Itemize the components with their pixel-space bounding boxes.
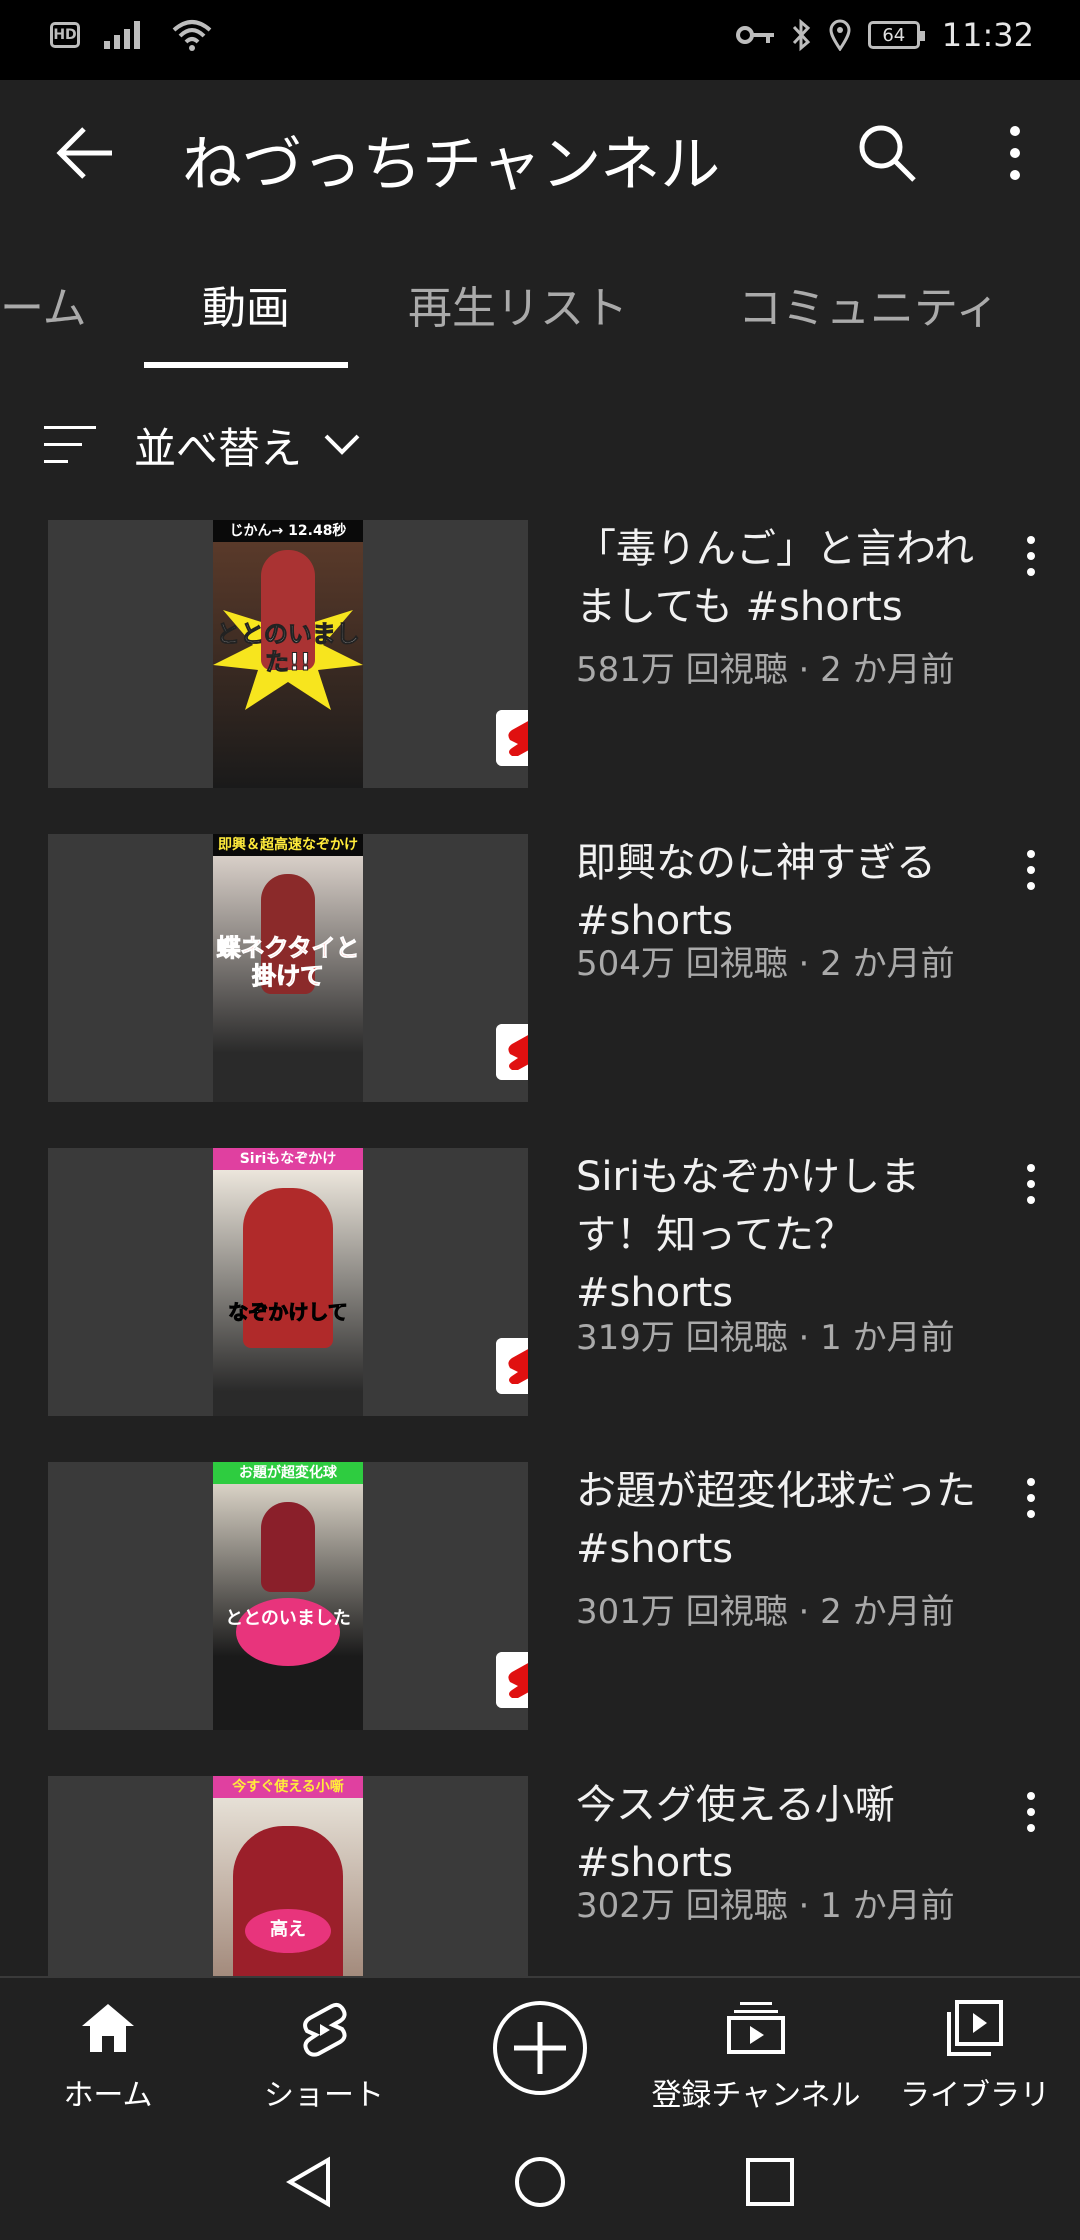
thumbnail-frame: Siriもなぞかけ なぞかけして <box>213 1148 363 1416</box>
video-item[interactable]: 即興＆超高速なぞかけ 蝶ネクタイと掛けて 即興なのに神すぎる #shorts 5… <box>0 834 1080 1104</box>
video-title[interactable]: 今スグ使える小噺 #shorts <box>576 1776 996 1892</box>
video-meta: 301万 回視聴 · 2 か月前 <box>576 1592 955 1632</box>
shorts-badge-icon <box>496 710 528 766</box>
thumbnail-header: じかん→ 12.48秒 <box>213 520 363 542</box>
tab-community[interactable]: コミュニティ <box>738 272 999 336</box>
recents-square-icon[interactable] <box>742 2154 798 2210</box>
sort-button[interactable]: 並べ替え <box>40 410 362 480</box>
video-meta: 302万 回視聴 · 1 か月前 <box>576 1886 955 1926</box>
tab-home[interactable]: ーム <box>0 272 87 336</box>
thumbnail-header: 即興＆超高速なぞかけ <box>213 834 363 856</box>
signal-icon <box>104 21 140 49</box>
status-left: HD <box>50 18 212 52</box>
back-triangle-icon[interactable] <box>282 2154 338 2210</box>
thumbnail-overlay-text: 高え <box>270 1919 306 1940</box>
thumbnail-overlay-text: ととのいました!! <box>216 620 361 677</box>
clock: 11:32 <box>941 16 1034 54</box>
video-thumbnail[interactable]: 即興＆超高速なぞかけ 蝶ネクタイと掛けて <box>48 834 528 1102</box>
key-icon <box>735 26 774 44</box>
thumbnail-frame: じかん→ 12.48秒 ととのいました!! <box>213 520 363 788</box>
tab-videos[interactable]: 動画 <box>202 272 290 336</box>
thumbnail-header: お題が超変化球 <box>213 1462 363 1484</box>
battery-icon: 64 <box>867 21 925 49</box>
thumbnail-frame: 今すぐ使える小噺 高え <box>213 1776 363 1976</box>
nav-label: ショート <box>264 2078 384 2113</box>
video-thumbnail[interactable]: 今すぐ使える小噺 高え <box>48 1776 528 1976</box>
home-icon <box>82 2004 134 2052</box>
shorts-badge-icon <box>496 1652 528 1708</box>
thumbnail-overlay-text: ととのいました <box>225 1608 351 1629</box>
nav-subscriptions[interactable]: 登録チャンネル <box>640 1978 872 2126</box>
nav-create[interactable] <box>460 1978 620 2126</box>
nav-label: 登録チャンネル <box>651 2078 861 2113</box>
wifi-icon <box>172 20 212 51</box>
video-meta: 319万 回視聴 · 1 か月前 <box>576 1318 955 1358</box>
status-bar: HD 64 11:32 <box>0 0 1080 80</box>
video-thumbnail[interactable]: じかん→ 12.48秒 ととのいました!! <box>48 520 528 788</box>
thumbnail-header: 今すぐ使える小噺 <box>213 1776 363 1798</box>
sort-icon <box>44 426 96 463</box>
system-navigation-bar <box>0 2124 1080 2240</box>
chevron-down-icon <box>324 434 360 455</box>
channel-tabs: ーム 動画 再生リスト コミュニティ <box>0 240 1080 370</box>
video-item[interactable]: じかん→ 12.48秒 ととのいました!! 「毒りんご」と言われましても #sh… <box>0 520 1080 790</box>
shorts-badge-icon <box>496 1338 528 1394</box>
search-icon[interactable] <box>852 118 922 188</box>
more-vert-icon[interactable] <box>1016 532 1046 582</box>
back-arrow-icon[interactable] <box>50 118 120 188</box>
app-bar: ねづっちチャンネル <box>0 80 1080 230</box>
nav-library[interactable]: ライブラリ <box>890 1978 1060 2126</box>
tab-playlists[interactable]: 再生リスト <box>408 272 628 336</box>
home-circle-icon[interactable] <box>512 2154 568 2210</box>
video-item[interactable]: お題が超変化球 ととのいました お題が超変化球だった #shorts 301万 … <box>0 1462 1080 1732</box>
nav-home[interactable]: ホーム <box>20 1978 196 2126</box>
status-right: 64 11:32 <box>735 16 1034 54</box>
more-vert-icon[interactable] <box>1016 1788 1046 1838</box>
shorts-icon <box>303 2002 347 2057</box>
create-plus-icon <box>493 2001 587 2095</box>
video-thumbnail[interactable]: Siriもなぞかけ なぞかけして <box>48 1148 528 1416</box>
nav-shorts[interactable]: ショート <box>236 1978 412 2126</box>
thumbnail-person <box>261 1502 315 1592</box>
more-vert-icon[interactable] <box>1016 1474 1046 1524</box>
video-title[interactable]: お題が超変化球だった #shorts <box>576 1462 996 1578</box>
active-tab-indicator <box>144 362 348 368</box>
thumbnail-frame: お題が超変化球 ととのいました <box>213 1462 363 1730</box>
nav-label: ホーム <box>63 2078 153 2113</box>
video-title[interactable]: 「毒りんご」と言われましても #shorts <box>576 520 996 636</box>
more-vert-icon[interactable] <box>1016 1160 1046 1210</box>
shorts-badge-icon <box>496 1024 528 1080</box>
video-meta: 504万 回視聴 · 2 か月前 <box>576 944 955 984</box>
more-vert-icon[interactable] <box>990 118 1040 188</box>
subscriptions-icon <box>727 2002 785 2054</box>
video-title[interactable]: 即興なのに神すぎる #shorts <box>576 834 996 950</box>
location-icon <box>829 19 851 51</box>
library-icon <box>947 2000 1003 2056</box>
channel-title: ねづっちチャンネル <box>182 130 721 200</box>
thumbnail-overlay-text: なぞかけして <box>228 1300 348 1325</box>
video-meta: 581万 回視聴 · 2 か月前 <box>576 650 955 690</box>
nav-label: ライブラリ <box>900 2078 1050 2113</box>
thumbnail-frame: 即興＆超高速なぞかけ 蝶ネクタイと掛けて <box>213 834 363 1102</box>
hd-badge: HD <box>50 22 80 48</box>
sort-label: 並べ替え <box>134 423 303 473</box>
thumbnail-header: Siriもなぞかけ <box>213 1148 363 1170</box>
video-title[interactable]: Siriもなぞかけします！知ってた？ #shorts <box>576 1148 996 1322</box>
video-thumbnail[interactable]: お題が超変化球 ととのいました <box>48 1462 528 1730</box>
more-vert-icon[interactable] <box>1016 846 1046 896</box>
speech-bubble-graphic <box>236 1598 340 1666</box>
thumbnail-overlay-text: 蝶ネクタイと掛けて <box>216 934 360 991</box>
bottom-navigation: ホーム ショート 登録チャンネル ライブラリ <box>0 1976 1080 2126</box>
bluetooth-icon <box>792 18 810 52</box>
video-item[interactable]: Siriもなぞかけ なぞかけして Siriもなぞかけします！知ってた？ #sho… <box>0 1148 1080 1418</box>
